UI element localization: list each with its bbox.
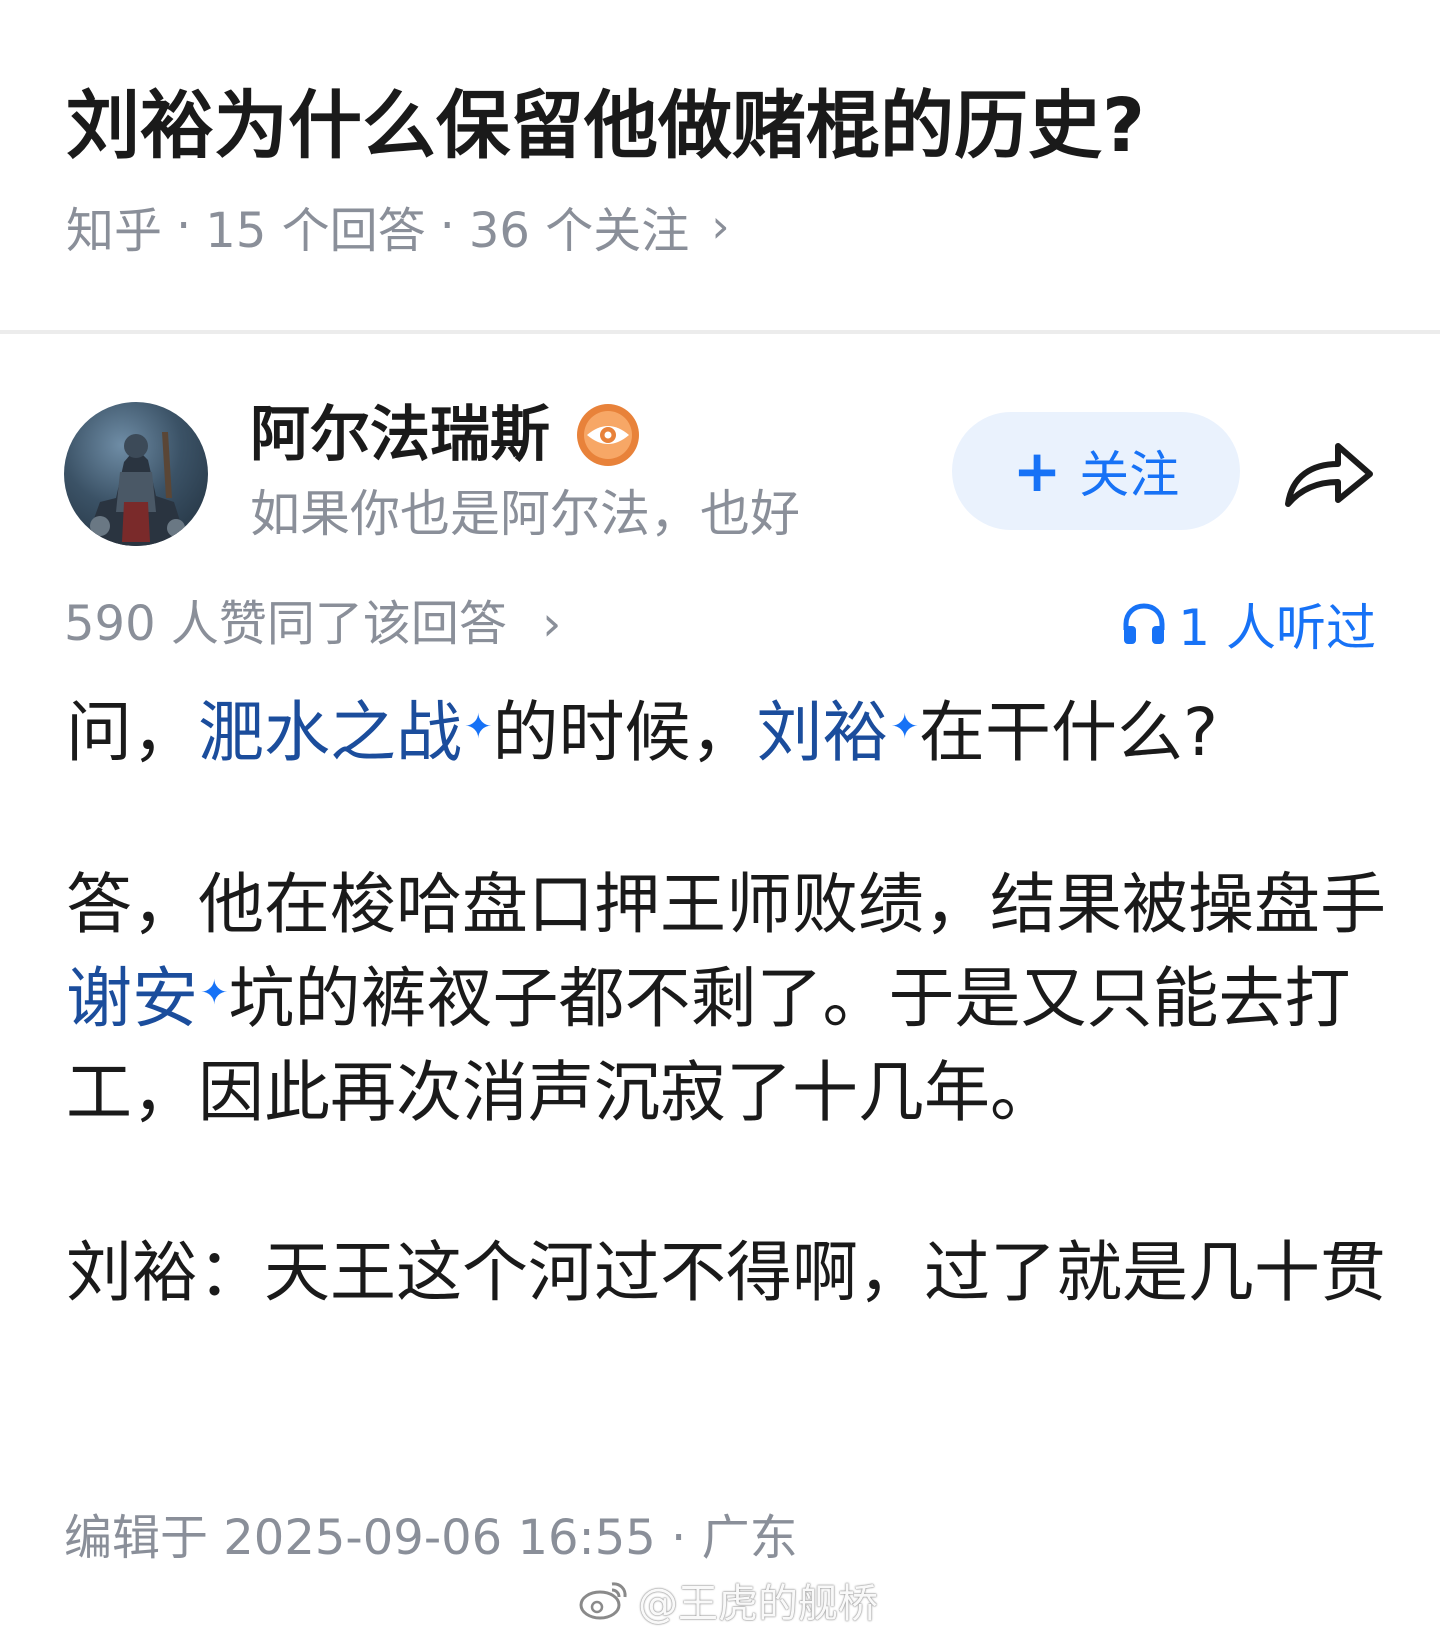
answer-count: 15 个回答 bbox=[205, 203, 426, 259]
answer-text: 答，他在梭哈盘口押王师败绩，结果被操盘手 bbox=[66, 866, 1386, 943]
meta-separator: · bbox=[176, 198, 192, 254]
wiki-link-feishui[interactable]: 淝水之战 bbox=[198, 694, 462, 771]
spark-icon: ✦ bbox=[200, 973, 229, 1013]
vote-count[interactable]: 590 人赞同了该回答 › bbox=[64, 594, 561, 654]
watermark-text: @王虎的舰桥 bbox=[638, 1581, 878, 1627]
vote-text: 590 人赞同了该回答 bbox=[64, 596, 507, 652]
meta-separator: · bbox=[439, 198, 455, 254]
chevron-right-icon: › bbox=[711, 199, 730, 253]
follower-count: 36 个关注 bbox=[468, 203, 690, 259]
listen-text: 1 人听过 bbox=[1178, 599, 1376, 657]
listen-count[interactable]: 1 人听过 bbox=[1120, 594, 1376, 657]
wiki-link-liuyu[interactable]: 刘裕 bbox=[757, 694, 889, 771]
question-source: 知乎 bbox=[66, 203, 163, 259]
edit-info: 编辑于 2025-09-06 16:55 · 广东 bbox=[64, 1510, 798, 1566]
answer-text: 的时候， bbox=[492, 694, 757, 771]
answer-paragraph: 刘裕：天王这个河过不得啊，过了就是几十贯 bbox=[66, 1234, 1386, 1311]
answer-paragraph: 问，淝水之战✦的时候，刘裕✦在干什么? bbox=[66, 686, 1386, 780]
wiki-link-xiean[interactable]: 谢安 bbox=[66, 960, 198, 1037]
answer-text: 在干什么? bbox=[919, 694, 1219, 771]
spark-icon: ✦ bbox=[890, 707, 920, 747]
section-divider bbox=[0, 330, 1440, 334]
follow-label: 关注 bbox=[1079, 446, 1180, 504]
answer-text: 问， bbox=[66, 694, 198, 771]
question-meta[interactable]: 知乎 · 15 个回答 · 36 个关注 › bbox=[66, 196, 730, 259]
avatar[interactable] bbox=[64, 402, 208, 546]
author-bio: 如果你也是阿尔法，也好 bbox=[250, 485, 800, 543]
answer-content: 问，淝水之战✦的时候，刘裕✦在干什么? 答，他在梭哈盘口押王师败绩，结果被操盘手… bbox=[66, 686, 1386, 1311]
question-title: 刘裕为什么保留他做赌棍的历史? bbox=[66, 83, 1145, 169]
weibo-logo-icon bbox=[579, 1582, 627, 1620]
eye-badge-icon bbox=[575, 402, 641, 468]
plus-icon: + bbox=[1012, 437, 1062, 505]
headphones-icon bbox=[1123, 603, 1165, 644]
share-arrow-icon[interactable] bbox=[1282, 436, 1376, 512]
spark-icon: ✦ bbox=[464, 707, 493, 747]
chevron-right-icon: › bbox=[542, 596, 562, 652]
watermark: @王虎的舰桥 bbox=[578, 1572, 878, 1628]
answer-text: 坑的裤衩子都不剩了。于是又只能去打工，因此再次消声沉寂了十几年。 bbox=[66, 960, 1351, 1131]
answer-paragraph: 答，他在梭哈盘口押王师败绩，结果被操盘手谢安✦坑的裤衩子都不剩了。于是又只能去打… bbox=[66, 858, 1386, 1140]
follow-button[interactable]: + 关注 bbox=[952, 412, 1240, 530]
author-name[interactable]: 阿尔法瑞斯 bbox=[250, 400, 550, 470]
